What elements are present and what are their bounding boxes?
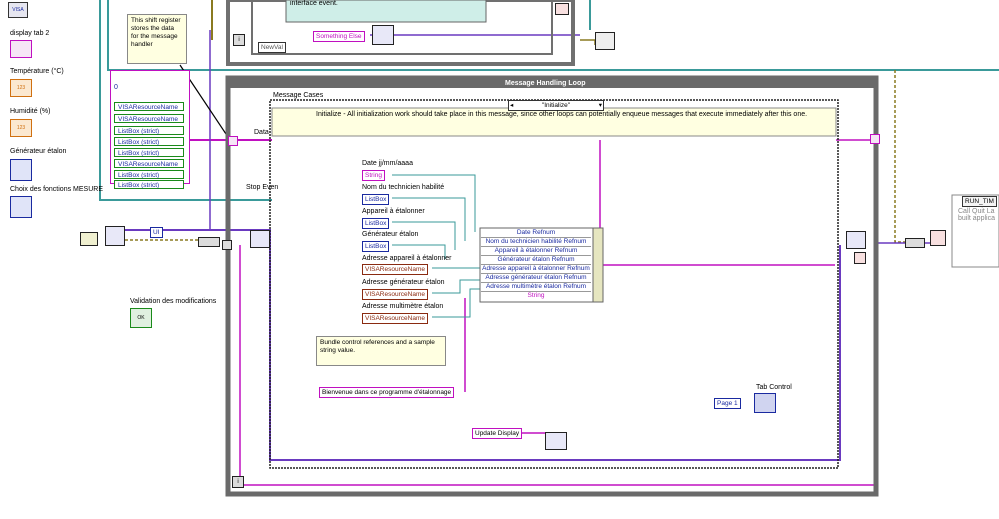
- control-title: Adresse générateur étalon: [362, 279, 445, 286]
- tab-control-icon[interactable]: [10, 40, 32, 58]
- shift-register-item: VISAResourceName: [114, 102, 184, 111]
- generator-listbox-icon[interactable]: [10, 159, 32, 181]
- date-string-ref[interactable]: String: [362, 170, 385, 181]
- unbundle-node-icon[interactable]: [846, 231, 866, 249]
- shift-register-item: ListBox (strict): [114, 126, 184, 135]
- info-icon: i: [233, 34, 245, 46]
- something-else-constant: Something Else: [313, 31, 365, 42]
- enqueue-message-icon[interactable]: [372, 25, 394, 45]
- temperature-label: Température (°C): [10, 68, 64, 75]
- stop-terminal[interactable]: [854, 252, 866, 264]
- bundle-node[interactable]: Date Refnum Nom du technicien habilité R…: [481, 229, 593, 301]
- temperature-numeric-icon[interactable]: 123: [10, 79, 32, 97]
- control-title: Date jj/mm/aaaa: [362, 160, 413, 167]
- enqueue-update-icon[interactable]: [545, 432, 567, 450]
- update-display-constant[interactable]: Update Display: [472, 428, 523, 439]
- humidity-label: Humidité (%): [10, 108, 51, 115]
- case-description: Initialize - All initialization work sho…: [316, 111, 808, 118]
- tab-control-label: Tab Control: [756, 384, 792, 391]
- case-selector-dropdown-icon[interactable]: ▾: [599, 101, 602, 110]
- case-selector[interactable]: ◂ "Initialize" ▾: [508, 100, 604, 111]
- cases-label: Message Cases: [273, 92, 324, 99]
- mesure-listbox-icon[interactable]: [10, 196, 32, 218]
- control-title: Appareil à étalonner: [362, 208, 425, 215]
- data-label: Data: [254, 129, 269, 136]
- bundle-row: Générateur étalon Refnum: [481, 256, 591, 265]
- generator-listbox-ref[interactable]: ListBox: [362, 241, 390, 252]
- shift-register-item: VISAResourceName: [114, 159, 184, 168]
- shift-register-item: ListBox (strict): [114, 180, 184, 189]
- bundle-row: Appareil à étalonner Refnum: [481, 247, 591, 256]
- case-tunnel: [222, 240, 232, 250]
- error-stop-icon[interactable]: [555, 3, 569, 15]
- bundle-row: Adresse générateur étalon Refnum: [481, 274, 591, 283]
- release-queue-icon[interactable]: [595, 32, 615, 50]
- control-title: Adresse multimètre étalon: [362, 303, 444, 310]
- enqueue-node-icon[interactable]: [105, 226, 125, 246]
- generator-label: Générateur étalon: [10, 148, 67, 155]
- visa-icon[interactable]: VISA: [8, 2, 28, 18]
- stop-event-label: Stop Even: [246, 184, 279, 191]
- event-text: interface event.: [290, 0, 338, 7]
- shift-register-item: ListBox (strict): [114, 148, 184, 157]
- device-visa-ref[interactable]: VISAResourceName: [362, 264, 428, 275]
- validation-label: Validation des modifications: [130, 298, 217, 305]
- display-tab-label: display tab 2: [10, 30, 50, 37]
- run-time-text: Call Quit La built applica: [958, 208, 995, 222]
- validation-button-icon[interactable]: OK: [130, 308, 152, 328]
- generator-visa-ref[interactable]: VISAResourceName: [362, 289, 428, 300]
- welcome-string-constant[interactable]: Bienvenue dans ce programme d'étalonnage: [319, 387, 455, 398]
- bundle-row: Adresse multimètre étalon Refnum: [481, 283, 591, 292]
- shift-register-item: ListBox (strict): [114, 137, 184, 146]
- dequeue-node-icon[interactable]: [250, 230, 270, 248]
- data-shift-tunnel: [228, 136, 238, 146]
- case-selector-value: "Initialize": [541, 102, 571, 109]
- tab-page-constant[interactable]: Page 1: [714, 398, 741, 409]
- tab-control-ref-icon[interactable]: [754, 393, 776, 413]
- humidity-numeric-icon[interactable]: 123: [10, 119, 32, 137]
- control-title: Adresse appareil à étalonner: [362, 255, 452, 262]
- shift-register-note: This shift register stores the data for …: [127, 14, 187, 64]
- control-title: Nom du technicien habilité: [362, 184, 445, 191]
- run-time-title: RUN_TIM: [962, 196, 997, 207]
- technician-listbox-ref[interactable]: ListBox: [362, 194, 390, 205]
- bundle-row: Date Refnum: [481, 229, 591, 238]
- shift-register-zero: 0: [114, 84, 118, 91]
- device-listbox-ref[interactable]: ListBox: [362, 218, 390, 229]
- newval-label: NewVal: [258, 42, 286, 53]
- loop-title: Message Handling Loop: [505, 80, 586, 87]
- shift-register-item: VISAResourceName: [114, 114, 184, 123]
- shift-register-item: ListBox (strict): [114, 170, 184, 179]
- control-title: Générateur étalon: [362, 231, 419, 238]
- merge-errors-icon[interactable]: [930, 230, 946, 246]
- data-shift-tunnel-right: [870, 134, 880, 144]
- loop-info-icon: i: [232, 476, 244, 488]
- mesure-functions-label: Choix des fonctions MESURE: [10, 186, 103, 193]
- error-cluster-icon[interactable]: [80, 232, 98, 246]
- bundle-row: Adresse appareil à étalonner Refnum: [481, 265, 591, 274]
- ui-constant: UI: [150, 227, 163, 238]
- multimeter-visa-ref[interactable]: VISAResourceName: [362, 313, 428, 324]
- bundle-row: Nom du technicien habilité Refnum: [481, 238, 591, 247]
- case-selector-prev-icon[interactable]: ◂: [510, 101, 513, 110]
- tunnel-left: [198, 237, 220, 247]
- tunnel-right: [905, 238, 925, 248]
- bundle-row: String: [527, 292, 545, 299]
- bundle-note: Bundle control references and a sample s…: [316, 336, 446, 366]
